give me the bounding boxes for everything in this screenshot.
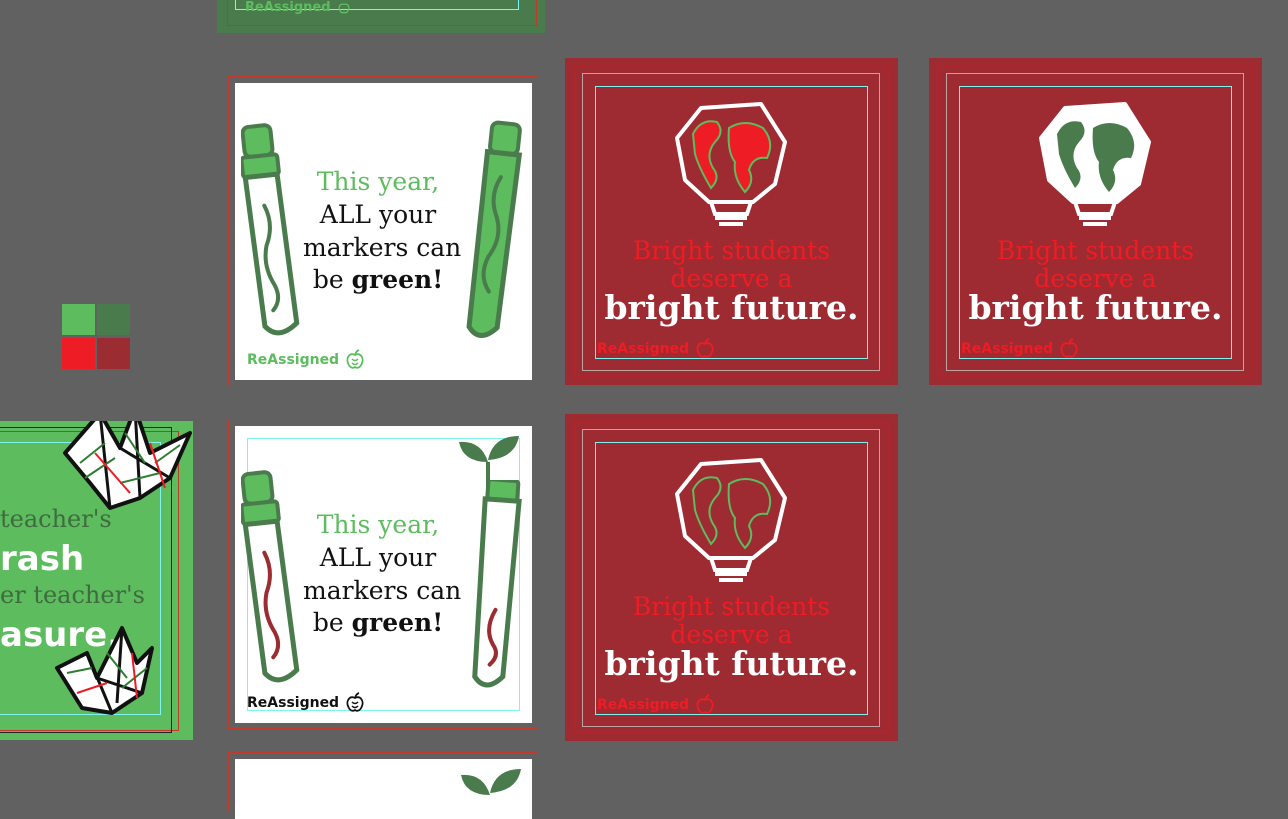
artboard-bright-future-red[interactable]: Bright students deserve a bright future.… — [565, 58, 898, 385]
marker-line-3: markers can — [303, 233, 462, 262]
marker-line-4-prefix: be — [312, 265, 352, 294]
swatch-dark-red[interactable] — [97, 338, 130, 369]
bright-line-1: Bright students — [632, 592, 831, 621]
artboard-bottom-partial[interactable] — [228, 752, 538, 819]
marker-line-4-bold: green! — [351, 265, 444, 294]
brand-name: ReAssigned — [961, 341, 1054, 357]
brand-name: ReAssigned — [247, 695, 340, 711]
swatch-dark-green[interactable] — [97, 304, 130, 335]
brand-logo: ReAssigned — [597, 694, 715, 716]
marker-line-2: ALL your — [319, 200, 437, 229]
marker-line-2: ALL your — [319, 543, 437, 572]
marker-line-3: markers can — [303, 576, 462, 605]
brand-name: ReAssigned — [597, 341, 690, 357]
marker-line-4-bold: green! — [351, 608, 444, 637]
bright-line-3: bright future. — [968, 288, 1223, 327]
paper-crane-icon — [52, 623, 157, 718]
trash-line-3: er teacher's — [0, 581, 145, 609]
marker-line-1: This year, — [316, 510, 440, 539]
apple-logo-icon — [337, 1, 351, 15]
brand-logo: ReAssigned — [597, 338, 715, 360]
marker-line-4-prefix: be — [312, 608, 352, 637]
bright-line-3: bright future. — [604, 644, 859, 683]
bright-line-1: Bright students — [632, 236, 831, 265]
brand-logo: ReAssigned — [245, 0, 351, 15]
brand-name: ReAssigned — [247, 352, 340, 368]
marker-icon — [241, 115, 303, 347]
globe-bulb-icon — [671, 98, 791, 234]
apple-logo-icon — [1059, 338, 1079, 360]
marker-line-4: be green! — [303, 608, 453, 637]
apple-logo-icon — [345, 692, 365, 714]
apple-logo-icon — [695, 338, 715, 360]
globe-bulb-icon — [1035, 98, 1155, 234]
brand-logo: ReAssigned — [247, 692, 365, 714]
artboard-marker-sprout[interactable]: This year, ALL your markers can be green… — [228, 419, 538, 729]
sprout-icon — [455, 765, 525, 795]
swatch-bright-red[interactable] — [62, 338, 95, 369]
artboard-marker-green[interactable]: This year, ALL your markers can be green… — [228, 76, 538, 386]
swatch-light-green[interactable] — [62, 304, 95, 335]
globe-bulb-icon — [671, 454, 791, 590]
brand-logo: ReAssigned — [247, 349, 365, 371]
marker-icon — [241, 462, 303, 694]
apple-logo-icon — [695, 694, 715, 716]
bright-line-1: Bright students — [996, 236, 1195, 265]
paper-crane-icon — [60, 421, 193, 521]
trash-line-2: rash — [0, 539, 85, 579]
artboard-top-partial[interactable]: ReAssigned — [217, 0, 545, 33]
brand-name: ReAssigned — [245, 0, 331, 15]
marker-icon — [467, 480, 529, 696]
marker-line-1: This year, — [316, 167, 440, 196]
artboard-trash-treasure[interactable]: teacher's rash er teacher's asure. — [0, 421, 193, 740]
artboard-bright-future-green[interactable]: Bright students deserve a bright future.… — [929, 58, 1262, 385]
artboard-bright-future-outline[interactable]: Bright students deserve a bright future.… — [565, 414, 898, 741]
brand-name: ReAssigned — [597, 697, 690, 713]
marker-line-4: be green! — [303, 265, 453, 294]
brand-logo: ReAssigned — [961, 338, 1079, 360]
bright-line-3: bright future. — [604, 288, 859, 327]
apple-logo-icon — [345, 349, 365, 371]
marker-icon — [465, 117, 527, 349]
